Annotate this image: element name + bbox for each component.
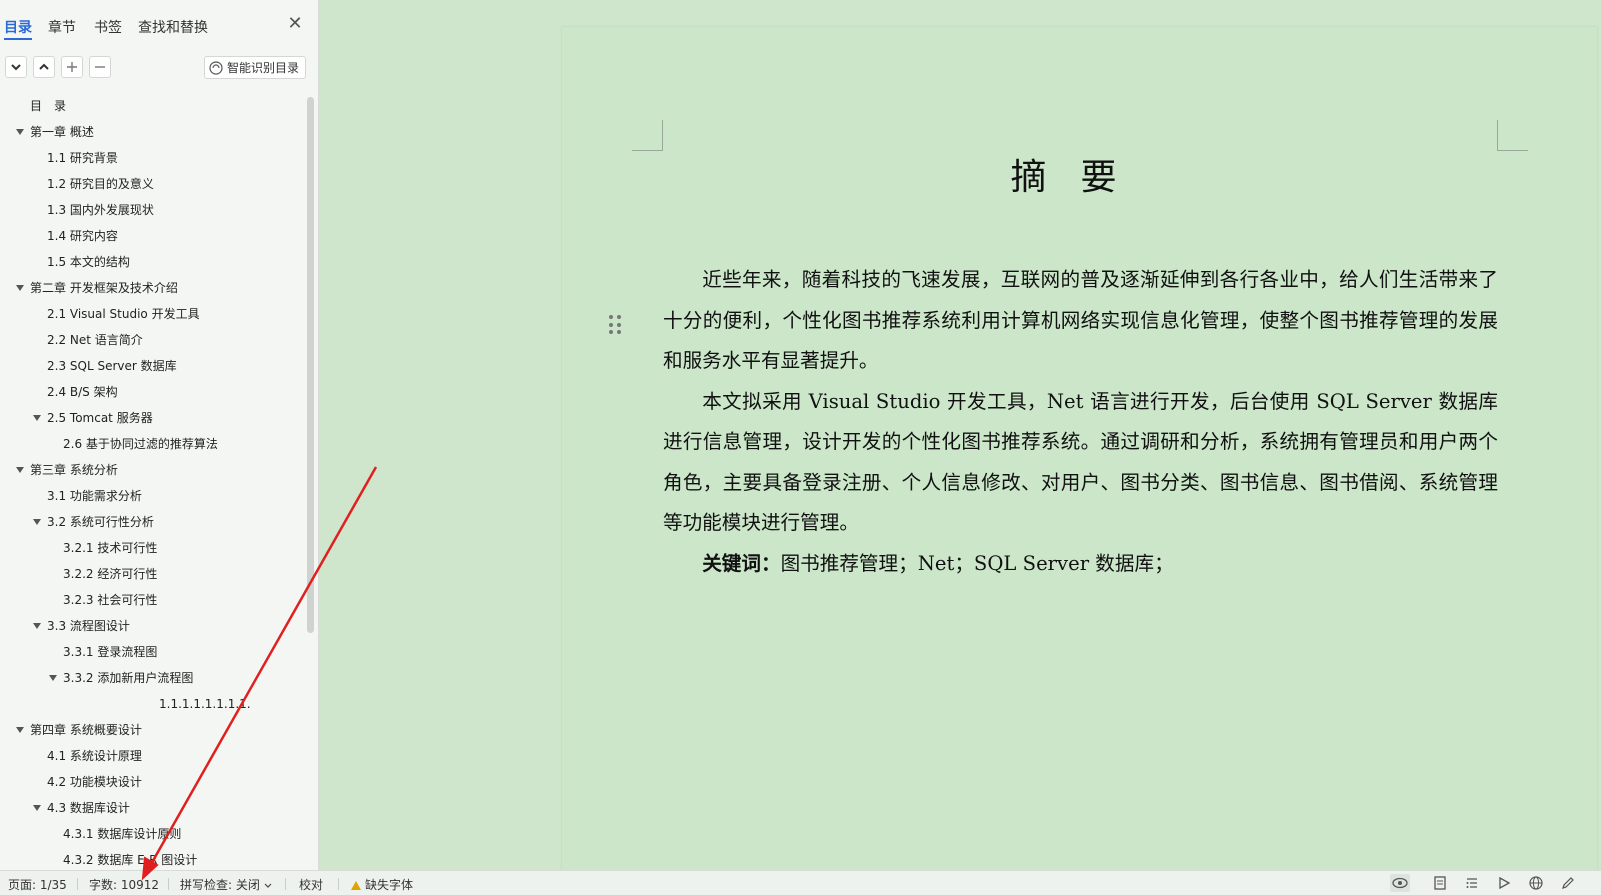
toc-scrollbar[interactable]	[307, 97, 314, 633]
document-title[interactable]: 摘要	[663, 148, 1498, 200]
toc-item[interactable]: 4.1 系统设计原理	[47, 746, 142, 766]
expand-all-button[interactable]	[5, 56, 27, 78]
toc-item[interactable]: 1.1.1.1.1.1.1.1.	[159, 694, 251, 714]
page-view-icon[interactable]	[1430, 874, 1450, 892]
toc-item[interactable]: 第三章 系统分析	[30, 460, 118, 480]
close-pane-icon[interactable]: ✕	[285, 14, 305, 34]
chevron-down-icon	[11, 64, 21, 71]
ai-recognize-icon	[209, 60, 223, 75]
missing-font-button[interactable]: 缺失字体	[351, 876, 413, 893]
toc-item[interactable]: 4.3.2 数据库 E-R 图设计	[63, 850, 197, 870]
toc-collapse-caret-icon[interactable]	[33, 519, 41, 525]
status-divider	[338, 878, 339, 890]
warning-icon	[351, 881, 361, 890]
smart-recognize-toc-button[interactable]: 智能识别目录	[204, 56, 306, 79]
missing-font-label: 缺失字体	[365, 878, 414, 892]
toc-collapse-caret-icon[interactable]	[16, 129, 24, 135]
keywords-line[interactable]: 关键词：图书推荐管理；Net；SQL Server 数据库；	[663, 544, 1498, 585]
proofread-button[interactable]: 校对	[299, 876, 323, 893]
toc-item[interactable]: 2.3 SQL Server 数据库	[47, 356, 177, 376]
toc-item[interactable]: 3.2.2 经济可行性	[63, 564, 157, 584]
abstract-paragraph-2[interactable]: 本文拟采用 Visual Studio 开发工具，Net 语言进行开发，后台使用…	[663, 382, 1498, 544]
web-layout-icon[interactable]	[1526, 874, 1546, 892]
eye-protect-icon[interactable]	[1390, 874, 1410, 892]
toc-collapse-caret-icon[interactable]	[16, 727, 24, 733]
navigation-pane: 目录 章节 书签 查找和替换 ✕ 智能识别目录 目 录第一章 概述 1.1 研究背…	[0, 0, 319, 870]
toc-item[interactable]: 3.2.1 技术可行性	[63, 538, 157, 558]
toc-item[interactable]: 2.5 Tomcat 服务器	[47, 408, 153, 428]
abstract-paragraph-1[interactable]: 近些年来，随着科技的飞速发展，互联网的普及逐渐延伸到各行各业中，给人们生活带来了…	[663, 260, 1498, 382]
toc-item[interactable]: 4.2 功能模块设计	[47, 772, 142, 792]
toc-collapse-caret-icon[interactable]	[33, 415, 41, 421]
page-count[interactable]: 页面: 1/35	[8, 876, 67, 893]
smart-button-label: 智能识别目录	[227, 61, 300, 75]
paragraph-drag-handle-icon[interactable]	[609, 315, 623, 335]
toc-item[interactable]: 3.3.2 添加新用户流程图	[63, 668, 193, 688]
add-heading-button[interactable]	[61, 56, 83, 78]
page-corner-mark-right	[1497, 120, 1528, 151]
toc-item[interactable]: 3.2 系统可行性分析	[47, 512, 154, 532]
toc-collapse-caret-icon[interactable]	[33, 623, 41, 629]
document-body[interactable]: 近些年来，随着科技的飞速发展，互联网的普及逐渐延伸到各行各业中，给人们生活带来了…	[663, 260, 1498, 584]
tab-find-replace[interactable]: 查找和替换	[138, 17, 208, 37]
toc-item[interactable]: 1.5 本文的结构	[47, 252, 130, 272]
toc-item[interactable]: 3.3 流程图设计	[47, 616, 130, 636]
toc-item[interactable]: 第一章 概述	[30, 122, 94, 142]
keywords-label: 关键词：	[702, 551, 781, 575]
toc-collapse-caret-icon[interactable]	[16, 285, 24, 291]
keywords-text: 图书推荐管理；Net；SQL Server 数据库；	[780, 551, 1174, 575]
minus-icon	[95, 66, 105, 68]
toc-item[interactable]: 2.1 Visual Studio 开发工具	[47, 304, 200, 324]
toc-item[interactable]: 第二章 开发框架及技术介绍	[30, 278, 178, 298]
plus-icon	[67, 62, 77, 72]
status-bar: 页面: 1/35 字数: 10912 拼写检查: 关闭 校对 缺失字体	[0, 870, 1601, 895]
toc-collapse-caret-icon[interactable]	[16, 467, 24, 473]
toc-item[interactable]: 3.3.1 登录流程图	[63, 642, 157, 662]
toc-item[interactable]: 目 录	[30, 96, 66, 116]
toc-item[interactable]: 1.1 研究背景	[47, 148, 118, 168]
word-count[interactable]: 字数: 10912	[89, 876, 159, 893]
status-divider	[77, 878, 78, 890]
toc-item[interactable]: 2.6 基于协同过滤的推荐算法	[63, 434, 218, 454]
toc-toolbar: 智能识别目录	[0, 56, 319, 80]
toc-item[interactable]: 1.4 研究内容	[47, 226, 118, 246]
toc-item[interactable]: 1.3 国内外发展现状	[47, 200, 154, 220]
status-divider	[168, 878, 169, 890]
page-corner-mark-left	[632, 120, 663, 151]
spell-check-label: 拼写检查: 关闭	[180, 878, 260, 892]
active-tab-indicator	[4, 38, 32, 40]
toc-item[interactable]: 1.2 研究目的及意义	[47, 174, 154, 194]
toc-collapse-caret-icon[interactable]	[49, 675, 57, 681]
tab-bookmarks[interactable]: 书签	[94, 17, 122, 37]
pen-icon[interactable]	[1558, 874, 1578, 892]
toc-collapse-caret-icon[interactable]	[33, 805, 41, 811]
outline-view-icon[interactable]	[1462, 874, 1482, 892]
chevron-up-icon	[39, 63, 49, 70]
nav-tabs: 目录 章节 书签 查找和替换 ✕	[0, 0, 318, 50]
tab-toc[interactable]: 目录	[4, 17, 32, 37]
status-divider	[285, 878, 286, 890]
play-icon[interactable]	[1494, 874, 1514, 892]
toc-item[interactable]: 2.4 B/S 架构	[47, 382, 118, 402]
toc-item[interactable]: 4.3 数据库设计	[47, 798, 130, 818]
remove-heading-button[interactable]	[89, 56, 111, 78]
toc-item[interactable]: 第四章 系统概要设计	[30, 720, 142, 740]
spell-check-toggle[interactable]: 拼写检查: 关闭	[180, 876, 272, 893]
caret-down-icon	[264, 883, 272, 888]
toc-item[interactable]: 3.1 功能需求分析	[47, 486, 142, 506]
tab-chapters[interactable]: 章节	[48, 17, 76, 37]
toc-item[interactable]: 3.2.3 社会可行性	[63, 590, 157, 610]
toc-item[interactable]: 2.2 Net 语言简介	[47, 330, 143, 350]
toc-item[interactable]: 4.3.1 数据库设计原则	[63, 824, 181, 844]
collapse-all-button[interactable]	[33, 56, 55, 78]
